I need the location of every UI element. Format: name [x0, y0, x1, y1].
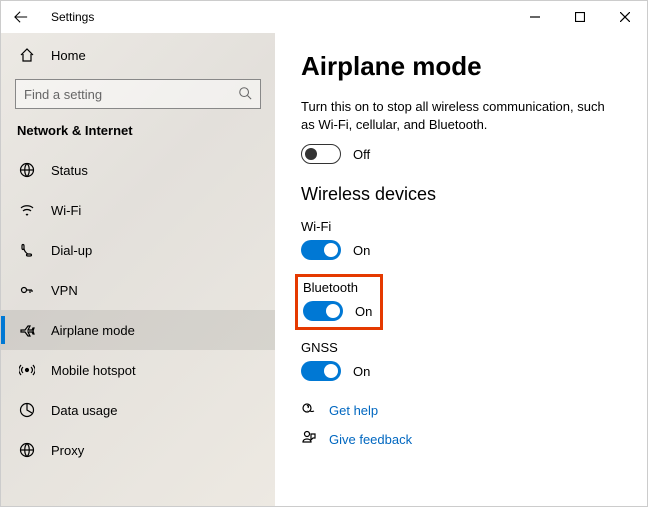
vpn-icon: [19, 282, 35, 298]
gnss-label: GNSS: [301, 340, 621, 355]
close-button[interactable]: [602, 1, 647, 33]
airplane-mode-toggle[interactable]: [301, 144, 341, 164]
feedback-icon: [301, 430, 317, 449]
search-placeholder: Find a setting: [24, 87, 102, 102]
sidebar-item-dialup[interactable]: Dial-up: [1, 230, 275, 270]
bluetooth-highlight: Bluetooth On: [295, 274, 383, 330]
home-icon: [19, 47, 35, 63]
airplane-mode-state: Off: [353, 147, 370, 162]
sidebar-item-vpn[interactable]: VPN: [1, 270, 275, 310]
device-bluetooth: Bluetooth On: [303, 280, 372, 321]
sidebar-item-airplane[interactable]: Airplane mode: [1, 310, 275, 350]
sidebar: Home Find a setting Network & Internet S…: [1, 33, 275, 506]
section-label: Network & Internet: [1, 119, 275, 150]
page-heading: Airplane mode: [301, 51, 621, 82]
wifi-state: On: [353, 243, 370, 258]
device-gnss: GNSS On: [301, 340, 621, 381]
home-label: Home: [51, 48, 86, 63]
wifi-toggle[interactable]: [301, 240, 341, 260]
sidebar-home[interactable]: Home: [1, 37, 275, 73]
wifi-label: Wi-Fi: [301, 219, 621, 234]
maximize-button[interactable]: [557, 1, 602, 33]
wireless-heading: Wireless devices: [301, 184, 621, 205]
sidebar-item-proxy[interactable]: Proxy: [1, 430, 275, 470]
sidebar-item-datausage[interactable]: Data usage: [1, 390, 275, 430]
globe-icon: [19, 162, 35, 178]
bluetooth-toggle[interactable]: [303, 301, 343, 321]
minimize-button[interactable]: [512, 1, 557, 33]
page-description: Turn this on to stop all wireless commun…: [301, 98, 621, 134]
content-pane: Airplane mode Turn this on to stop all w…: [275, 33, 647, 506]
gnss-state: On: [353, 364, 370, 379]
device-wifi: Wi-Fi On: [301, 219, 621, 260]
search-icon: [238, 86, 252, 103]
help-icon: [301, 401, 317, 420]
airplane-icon: [19, 322, 35, 338]
give-feedback-link[interactable]: Give feedback: [301, 430, 621, 449]
sidebar-item-status[interactable]: Status: [1, 150, 275, 190]
window-title: Settings: [51, 10, 94, 24]
gnss-toggle[interactable]: [301, 361, 341, 381]
proxy-icon: [19, 442, 35, 458]
get-help-link[interactable]: Get help: [301, 401, 621, 420]
sidebar-item-wifi[interactable]: Wi-Fi: [1, 190, 275, 230]
back-button[interactable]: [7, 3, 35, 31]
bluetooth-state: On: [355, 304, 372, 319]
bluetooth-label: Bluetooth: [303, 280, 372, 295]
wifi-icon: [19, 202, 35, 218]
titlebar: Settings: [1, 1, 647, 33]
hotspot-icon: [19, 362, 35, 378]
sidebar-item-hotspot[interactable]: Mobile hotspot: [1, 350, 275, 390]
settings-window: Settings Home Find a setting Network & I…: [0, 0, 648, 507]
dialup-icon: [19, 242, 35, 258]
search-input[interactable]: Find a setting: [15, 79, 261, 109]
data-usage-icon: [19, 402, 35, 418]
